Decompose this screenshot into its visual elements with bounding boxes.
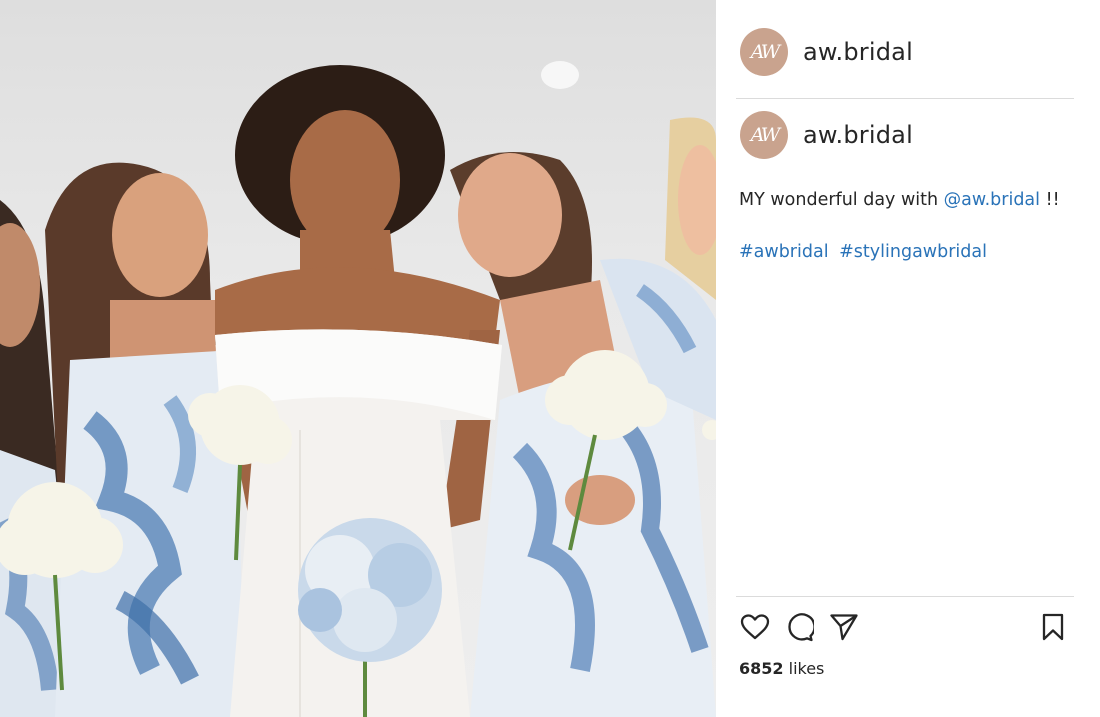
post-photo[interactable] xyxy=(0,0,716,717)
caption-avatar[interactable]: AW xyxy=(740,111,788,159)
caption-username-link[interactable]: aw.bridal xyxy=(803,121,913,149)
caption-suffix: !! xyxy=(1040,190,1060,210)
caption-mention-link[interactable]: @aw.bridal xyxy=(944,190,1040,210)
comment-button[interactable] xyxy=(782,610,816,644)
likes-count[interactable]: 6852 likes xyxy=(739,659,824,678)
header-divider xyxy=(736,98,1074,99)
post-caption: MY wonderful day with @aw.bridal !! xyxy=(739,188,1079,212)
share-button[interactable] xyxy=(827,610,861,644)
username-link[interactable]: aw.bridal xyxy=(803,38,913,66)
avatar[interactable]: AW xyxy=(740,28,788,76)
caption-text: MY wonderful day with xyxy=(739,190,944,210)
caption-author: AW aw.bridal xyxy=(740,111,913,159)
save-button[interactable] xyxy=(1036,610,1070,644)
heart-icon xyxy=(740,614,770,640)
likes-label: likes xyxy=(783,659,825,678)
hashtag-link[interactable]: #awbridal xyxy=(739,242,829,262)
comment-icon xyxy=(788,613,814,642)
post-details-panel: AW aw.bridal AW aw.bridal MY wonderful d… xyxy=(716,0,1100,717)
like-button[interactable] xyxy=(738,610,772,644)
post-actions xyxy=(738,610,1072,644)
hashtag-link[interactable]: #stylingawbridal xyxy=(839,242,987,262)
paper-plane-icon xyxy=(830,614,858,641)
hashtags: #awbridal #stylingawbridal xyxy=(739,240,992,264)
likes-number: 6852 xyxy=(739,659,784,678)
actions-divider xyxy=(736,596,1074,597)
bridal-party-photo xyxy=(0,61,716,717)
bookmark-icon xyxy=(1042,613,1064,641)
post-header: AW aw.bridal xyxy=(740,26,913,78)
